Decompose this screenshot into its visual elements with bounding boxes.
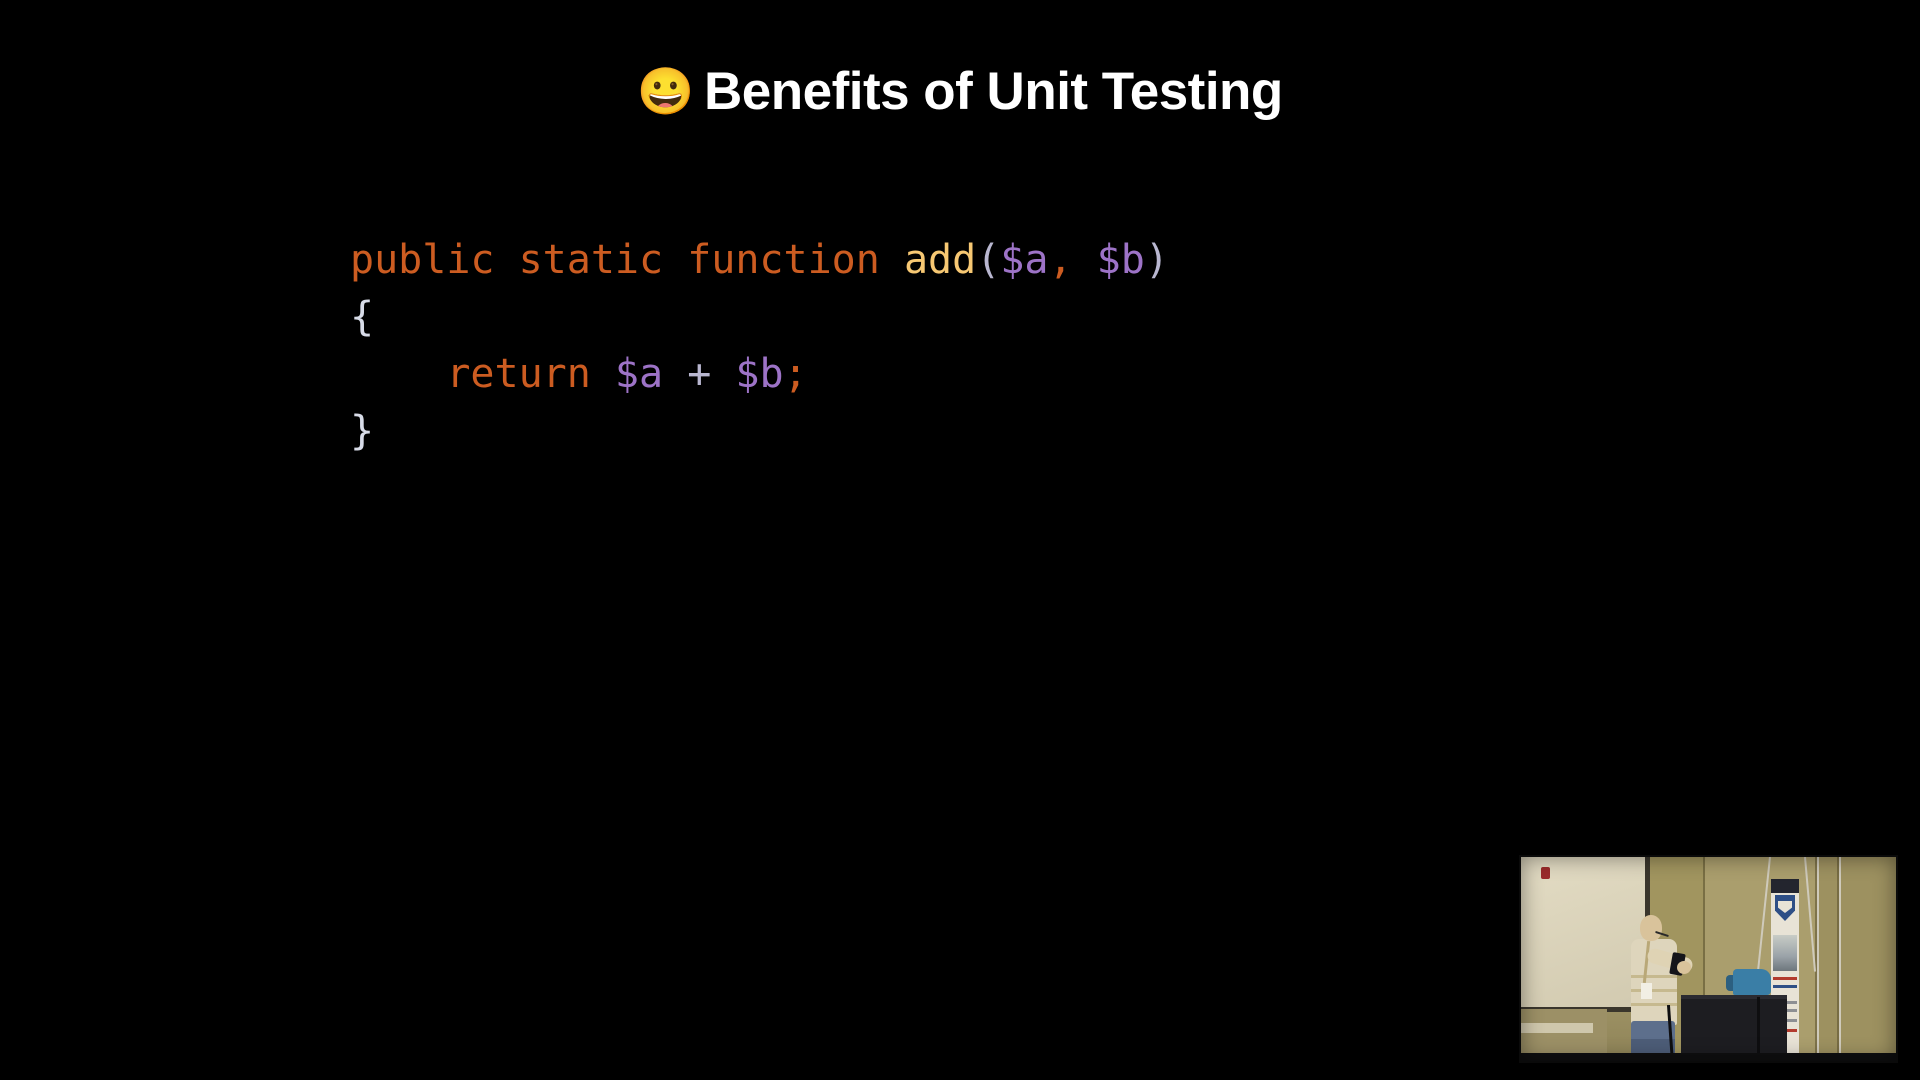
code-token-variable: $b [735, 351, 784, 397]
code-block: public static function add($a, $b){ retu… [350, 232, 1169, 460]
page-title-text: Benefits of Unit Testing [703, 62, 1283, 121]
floor [1521, 1053, 1896, 1061]
speaker-video-overlay[interactable] [1519, 855, 1898, 1063]
code-line: { [350, 289, 1169, 346]
grinning-face-icon: 😀 [637, 65, 694, 117]
shirt-stripe [1631, 989, 1677, 992]
code-token-brace: } [350, 408, 375, 454]
presenter-head [1640, 915, 1662, 941]
code-token-operator: + [687, 351, 712, 397]
code-token-keyword: static [518, 237, 664, 283]
page-title: 😀 Benefits of Unit Testing [0, 62, 1920, 123]
code-token-function: add [903, 237, 977, 283]
code-token-punct: ) [1144, 237, 1169, 283]
presentation-slide: 😀 Benefits of Unit Testing public static … [0, 0, 1920, 1080]
banner-pole [1817, 857, 1819, 1061]
shirt-stripe [1631, 975, 1677, 978]
code-token-variable: $a [1000, 237, 1049, 283]
banner-stripe [1773, 977, 1797, 980]
presenter-hand [1677, 961, 1691, 974]
code-token-keyword: function [687, 237, 880, 283]
podium-laptop [1733, 969, 1771, 995]
code-line: public static function add($a, $b) [350, 232, 1169, 289]
banner-badge [1541, 867, 1550, 879]
code-token-delim: , [1048, 237, 1073, 283]
code-token-keyword: return [446, 351, 591, 397]
presenter-badge [1641, 983, 1652, 999]
video-scene [1521, 857, 1896, 1061]
screen-ledge [1521, 1023, 1593, 1033]
code-token-variable: $b [1096, 237, 1145, 283]
banner-stripe [1773, 985, 1797, 988]
code-line: return $a + $b; [350, 346, 1169, 403]
banner-header [1771, 879, 1799, 893]
projection-screen-surface [1521, 857, 1645, 1007]
code-token-variable: $a [614, 351, 664, 397]
banner-photo [1773, 935, 1797, 971]
code-token-delim: ; [783, 351, 808, 397]
banner-pole [1839, 857, 1841, 1061]
code-token-brace: { [350, 294, 375, 340]
code-line: } [350, 403, 1169, 460]
wall-panel [1817, 857, 1896, 1061]
shirt-stripe [1631, 1003, 1677, 1006]
code-token-keyword: public [350, 237, 495, 283]
code-token-punct: ( [976, 237, 1001, 283]
